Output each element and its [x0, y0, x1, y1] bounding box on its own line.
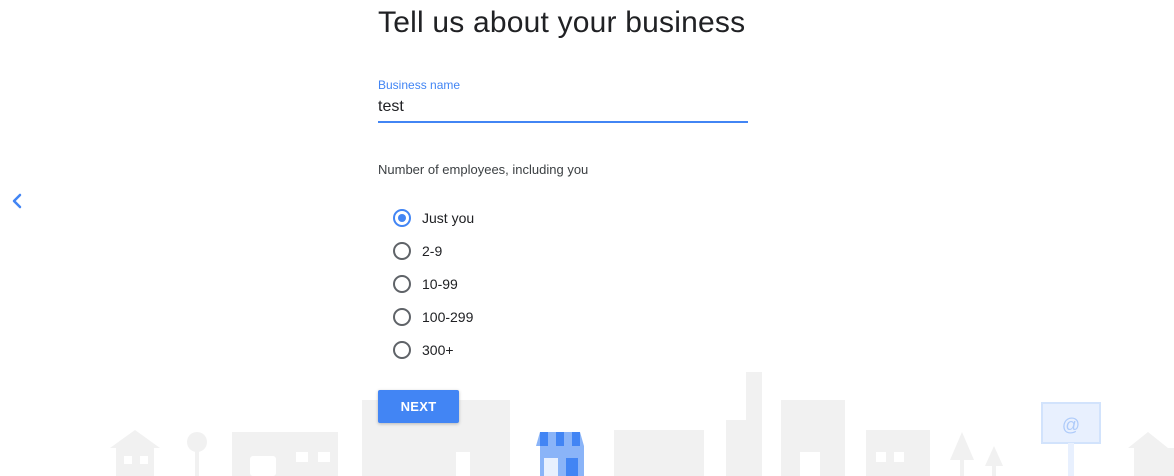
tree-icon [187, 432, 207, 452]
business-name-field: Business name [378, 78, 748, 123]
business-info-page: @ Tell us about your business Business n… [0, 0, 1174, 476]
radio-option-label: Just you [422, 209, 475, 226]
radio-option-2-9[interactable]: 2-9 [393, 234, 474, 267]
radio-unselected-icon [393, 274, 411, 293]
billboard-icon: @ [1041, 402, 1101, 476]
back-button[interactable] [6, 190, 28, 212]
business-name-input[interactable] [378, 98, 748, 123]
employees-radio-group: Just you 2-9 10-99 100-299 300+ [393, 201, 474, 366]
chevron-left-icon [12, 193, 22, 209]
house-icon [1128, 432, 1168, 448]
radio-option-label: 100-299 [422, 308, 474, 325]
page-title: Tell us about your business [378, 6, 746, 39]
next-button[interactable]: NEXT [378, 390, 459, 423]
radio-option-300-plus[interactable]: 300+ [393, 333, 474, 366]
business-name-label: Business name [378, 78, 461, 92]
building-icon [781, 400, 845, 476]
house-icon [110, 430, 160, 448]
pine-tree-icon [950, 432, 974, 460]
radio-unselected-icon [393, 340, 411, 359]
storefront-icon [536, 432, 584, 476]
radio-option-10-99[interactable]: 10-99 [393, 267, 474, 300]
radio-selected-icon [393, 208, 411, 227]
employees-label: Number of employees, including you [378, 162, 589, 177]
radio-unselected-icon [393, 307, 411, 326]
radio-unselected-icon [393, 241, 411, 260]
radio-option-label: 2-9 [422, 242, 443, 259]
garage-icon [232, 432, 338, 476]
shop-icon [866, 430, 930, 476]
radio-option-100-299[interactable]: 100-299 [393, 300, 474, 333]
radio-option-label: 10-99 [422, 275, 458, 292]
radio-option-just-you[interactable]: Just you [393, 201, 474, 234]
radio-option-label: 300+ [422, 341, 454, 358]
city-skyline-illustration: @ [110, 372, 1174, 476]
building-icon [614, 430, 704, 476]
svg-text:@: @ [1062, 415, 1080, 435]
